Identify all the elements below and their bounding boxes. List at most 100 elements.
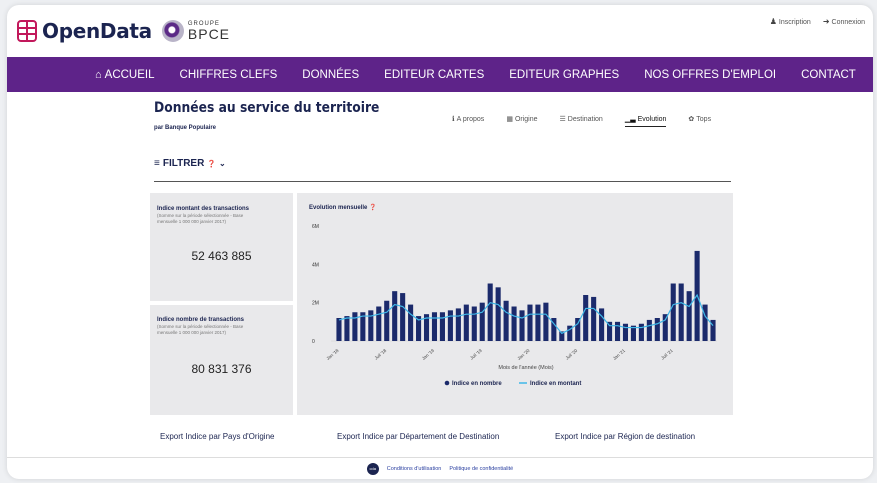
bar: [607, 321, 613, 341]
database-logo-icon: [17, 20, 37, 42]
bar: [471, 306, 477, 341]
login-label: Connexion: [831, 19, 865, 26]
trophy-icon: ✿: [688, 116, 695, 123]
nav-item-editeur-cartes[interactable]: EDITEUR CARTES: [384, 69, 484, 81]
info-icon: ℹ: [452, 116, 455, 123]
bar: [503, 300, 509, 341]
bar: [527, 304, 533, 341]
x-tick-label: Jan '19: [421, 348, 436, 361]
sliders-icon: ≡: [154, 158, 160, 169]
tab-tops[interactable]: ✿ Tops: [688, 115, 711, 127]
kpi-count-title: Indice nombre de transactions: [157, 317, 245, 323]
map-icon: ▦: [506, 116, 513, 123]
bar: [535, 304, 541, 341]
legend-marker-nombre: [444, 380, 450, 386]
brand-name: OpenData: [42, 19, 152, 43]
bar: [591, 296, 597, 341]
bar: [654, 318, 660, 341]
evolution-chart: 0 2M 4M 6M Jan '18 Juil '18 Jan '19 Juil '19 Jan…: [312, 224, 717, 387]
export-department-link[interactable]: Export Indice par Département de Destina…: [337, 432, 499, 441]
tab-evolution[interactable]: ▁▃ Evolution: [624, 115, 667, 127]
export-region-link[interactable]: Export Indice par Région de destination: [555, 432, 695, 441]
kpi-card-amount: Indice montant des transactions (Somme s…: [150, 193, 293, 301]
bar: [336, 318, 342, 341]
x-tick-label: Juil '18: [374, 348, 388, 361]
kpi-count-note: (Somme sur la période sélectionnée - Bas…: [157, 324, 244, 335]
register-link[interactable]: ♟ Inscription: [770, 17, 811, 26]
bar: [439, 312, 445, 341]
bar: [670, 283, 676, 341]
bar: [392, 291, 398, 341]
export-origin-link[interactable]: Export Indice par Pays d'Origine: [160, 432, 274, 441]
bar: [408, 304, 414, 341]
bar: [519, 310, 525, 341]
tab-a-propos[interactable]: ℹA propos: [452, 115, 484, 127]
bpce-name: BPCE: [187, 26, 231, 42]
bar: [376, 306, 382, 341]
y-tick-label: 0: [312, 339, 315, 345]
bar: [583, 295, 589, 341]
nav-item-donnees[interactable]: DONNÉES: [302, 69, 359, 81]
kpi-amount-value: 52 463 885: [191, 249, 252, 263]
bar: [447, 310, 453, 341]
bar: [344, 316, 350, 341]
bpce-logo: GROUPE BPCE: [161, 20, 231, 42]
brand[interactable]: OpenData GROUPE BPCE: [17, 19, 230, 43]
login-link[interactable]: ➜ Connexion: [823, 17, 865, 26]
auth-links: ♟ Inscription ➜ Connexion: [770, 17, 865, 26]
filter-toggle[interactable]: ≡ FILTRER ❓ ⌄: [154, 158, 226, 169]
bar: [352, 312, 358, 341]
bar: [495, 287, 501, 341]
x-tick-label: Jan '18: [325, 348, 340, 361]
bar: [543, 302, 549, 341]
bar: [599, 308, 605, 341]
view-tabs: ℹA propos ▦ Origine ☰ Destination ▁▃ Evolut…: [452, 115, 711, 127]
bar: [678, 283, 684, 341]
bar: [511, 306, 517, 341]
bar: [686, 291, 692, 341]
help-icon: ❓: [207, 160, 217, 168]
kpi-amount-title: Indice montant des transactions: [157, 206, 250, 212]
nav-item-offres-emploi[interactable]: NOS OFFRES D'EMPLOI: [644, 69, 776, 81]
bpce-circle-icon: [161, 20, 184, 42]
legend-label-montant: Indice en montant: [530, 381, 581, 387]
bar: [463, 304, 469, 341]
nav-item-chiffres-clefs[interactable]: CHIFFRES CLEFS: [180, 69, 278, 81]
kpi-card-count: Indice nombre de transactions (Somme sur…: [150, 305, 293, 415]
bar: [479, 302, 485, 341]
kpi-amount-note: (Somme sur la période sélectionnée - Bas…: [157, 213, 244, 224]
page-title: Données au service du territoire: [154, 100, 380, 116]
filter-label: FILTRER: [162, 158, 205, 169]
bar: [455, 308, 461, 341]
bar: [400, 293, 406, 341]
privacy-link[interactable]: Politique de confidentialité: [449, 466, 513, 472]
tab-label: Destination: [567, 116, 603, 123]
terms-link[interactable]: Conditions d'utilisation: [387, 466, 442, 472]
x-tick-label: Jan '21: [612, 348, 627, 361]
nav-item-contact[interactable]: CONTACT: [801, 69, 856, 81]
x-axis-label: Mois de l'année (Mois): [498, 365, 553, 371]
bar: [431, 312, 438, 341]
register-label: Inscription: [778, 19, 811, 26]
tab-label: Tops: [696, 116, 712, 123]
tab-label: A propos: [456, 116, 485, 123]
divider: [154, 181, 731, 182]
nav-item-accueil[interactable]: ⌂ ACCUEIL: [95, 69, 155, 81]
y-tick-label: 6M: [312, 224, 319, 230]
x-tick-label: Jan '20: [516, 348, 531, 361]
tab-destination[interactable]: ☰ Destination: [560, 115, 603, 127]
bar: [622, 323, 629, 341]
user-add-icon: ♟: [769, 17, 777, 26]
bar: [646, 319, 652, 341]
tab-origine[interactable]: ▦ Origine: [506, 115, 537, 127]
footer: cda Conditions d'utilisation Politique d…: [7, 457, 873, 479]
x-tick-label: Juil '19: [469, 348, 483, 361]
app-window: OpenData GROUPE BPCE ♟ Inscription ➜ Conne…: [7, 5, 873, 479]
nav-item-editeur-graphes[interactable]: EDITEUR GRAPHES: [509, 69, 619, 81]
home-icon: ⌂: [95, 68, 102, 81]
evolution-chart-panel: Evolution mensuelle ❓ 0 2M 4M 6M Jan '18 Juil…: [297, 193, 733, 415]
bar: [384, 300, 390, 341]
signpost-icon: ☰: [559, 116, 566, 123]
tab-label: Origine: [514, 116, 538, 123]
chevron-down-icon: ⌄: [219, 159, 226, 168]
